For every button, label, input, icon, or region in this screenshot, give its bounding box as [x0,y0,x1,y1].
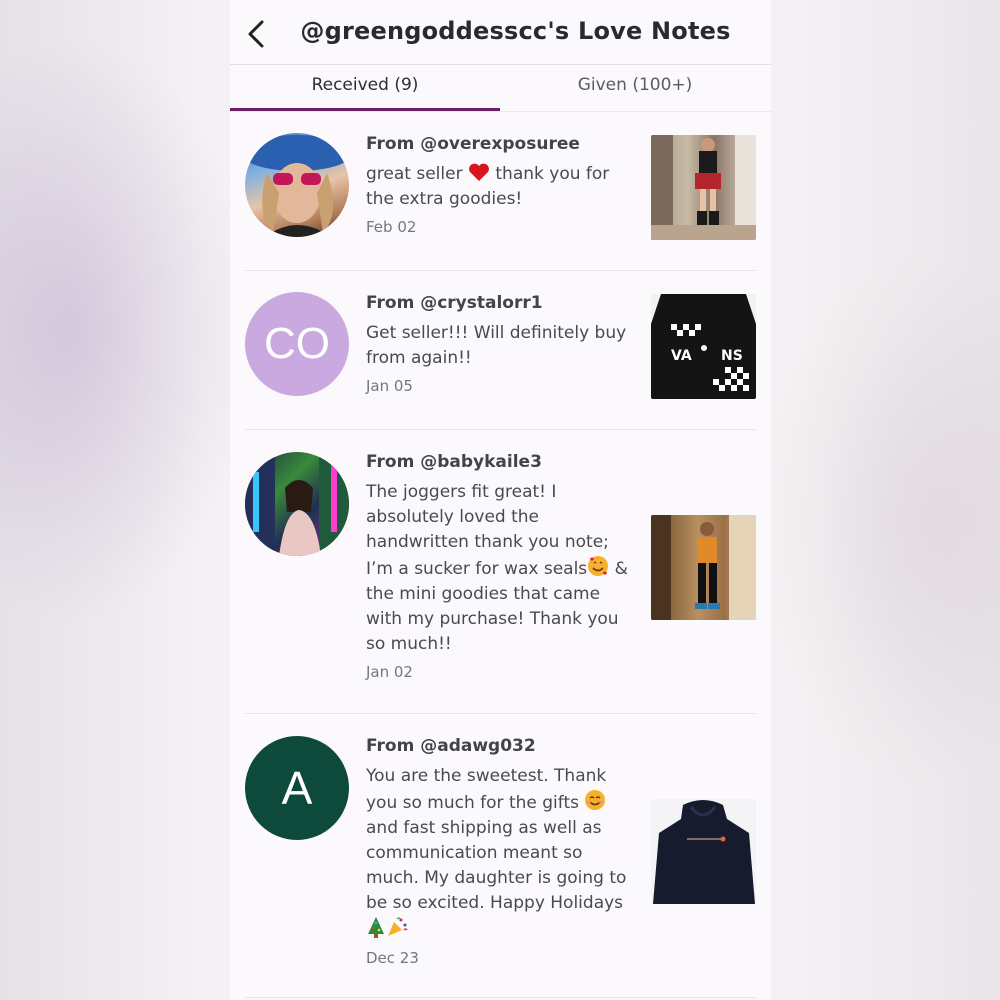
tab-received[interactable]: Received (9) [230,65,500,111]
note-content: From @crystalorr1 Get seller!!! Will def… [366,292,628,396]
smiling-face-icon [585,790,606,810]
red-heart-icon [469,163,489,181]
avatar[interactable] [245,452,349,556]
note-sender[interactable]: From @overexposuree [366,133,628,155]
avatar[interactable] [245,133,349,237]
message-text: The joggers fit great! I absolutely love… [366,482,609,579]
note-date: Jan 02 [366,663,413,681]
smiling-face-with-hearts-icon [588,556,609,576]
outfit-photo [651,515,756,620]
tab-bar: Received (9) Given (100+) [230,65,771,111]
hoodie-photo: VA NS [651,294,756,399]
note-content: From @overexposuree great seller thank y… [366,133,628,237]
list-item: From @babykaile3 The joggers fit great! … [245,430,756,714]
hoodie-photo [653,800,755,904]
note-sender[interactable]: From @adawg032 [366,735,628,757]
listing-thumbnail[interactable]: VA NS [651,294,756,399]
list-item: CO From @crystalorr1 Get seller!!! Will … [245,271,756,430]
note-content: From @babykaile3 The joggers fit great! … [366,451,628,682]
svg-text:NS: NS [721,348,743,364]
back-button[interactable] [242,17,272,51]
note-message: You are the sweetest. Thank you so much … [366,764,628,943]
listing-thumbnail[interactable] [651,799,756,904]
note-message: The joggers fit great! I absolutely love… [366,480,628,657]
party-popper-icon [388,917,408,936]
list-item: From @overexposuree great seller thank y… [245,112,756,271]
message-text: great seller [366,164,463,184]
note-content: From @adawg032 You are the sweetest. Tha… [366,735,628,968]
chevron-left-icon [248,20,264,48]
page-title: @greengoddesscc's Love Notes [300,17,731,45]
message-text: You are the sweetest. Thank you so much … [366,766,607,813]
avatar[interactable]: A [245,736,349,840]
note-sender[interactable]: From @crystalorr1 [366,292,628,314]
tab-given[interactable]: Given (100+) [500,65,770,111]
christmas-tree-icon [368,917,384,938]
outfit-photo [651,135,756,240]
avatar-initials: CO [264,319,330,368]
listing-thumbnail[interactable] [651,515,756,620]
note-message: great seller thank you for the extra goo… [366,162,628,212]
avatar-photo [245,452,349,556]
avatar-photo [245,135,349,237]
avatar[interactable]: CO [245,292,349,396]
avatar-initials: A [281,762,313,814]
note-date: Dec 23 [366,949,419,967]
message-text: and fast shipping as well as communicati… [366,818,627,913]
note-date: Feb 02 [366,218,417,236]
love-notes-screen: @greengoddesscc's Love Notes Received (9… [230,0,771,1000]
listing-thumbnail[interactable] [651,135,756,240]
note-sender[interactable]: From @babykaile3 [366,451,628,473]
note-message: Get seller!!! Will definitely buy from a… [366,323,627,368]
top-bar: @greengoddesscc's Love Notes [230,0,771,65]
svg-text:VA: VA [671,348,692,364]
list-item: A From @adawg032 You are the sweetest. T… [245,714,756,998]
note-date: Jan 05 [366,377,413,395]
